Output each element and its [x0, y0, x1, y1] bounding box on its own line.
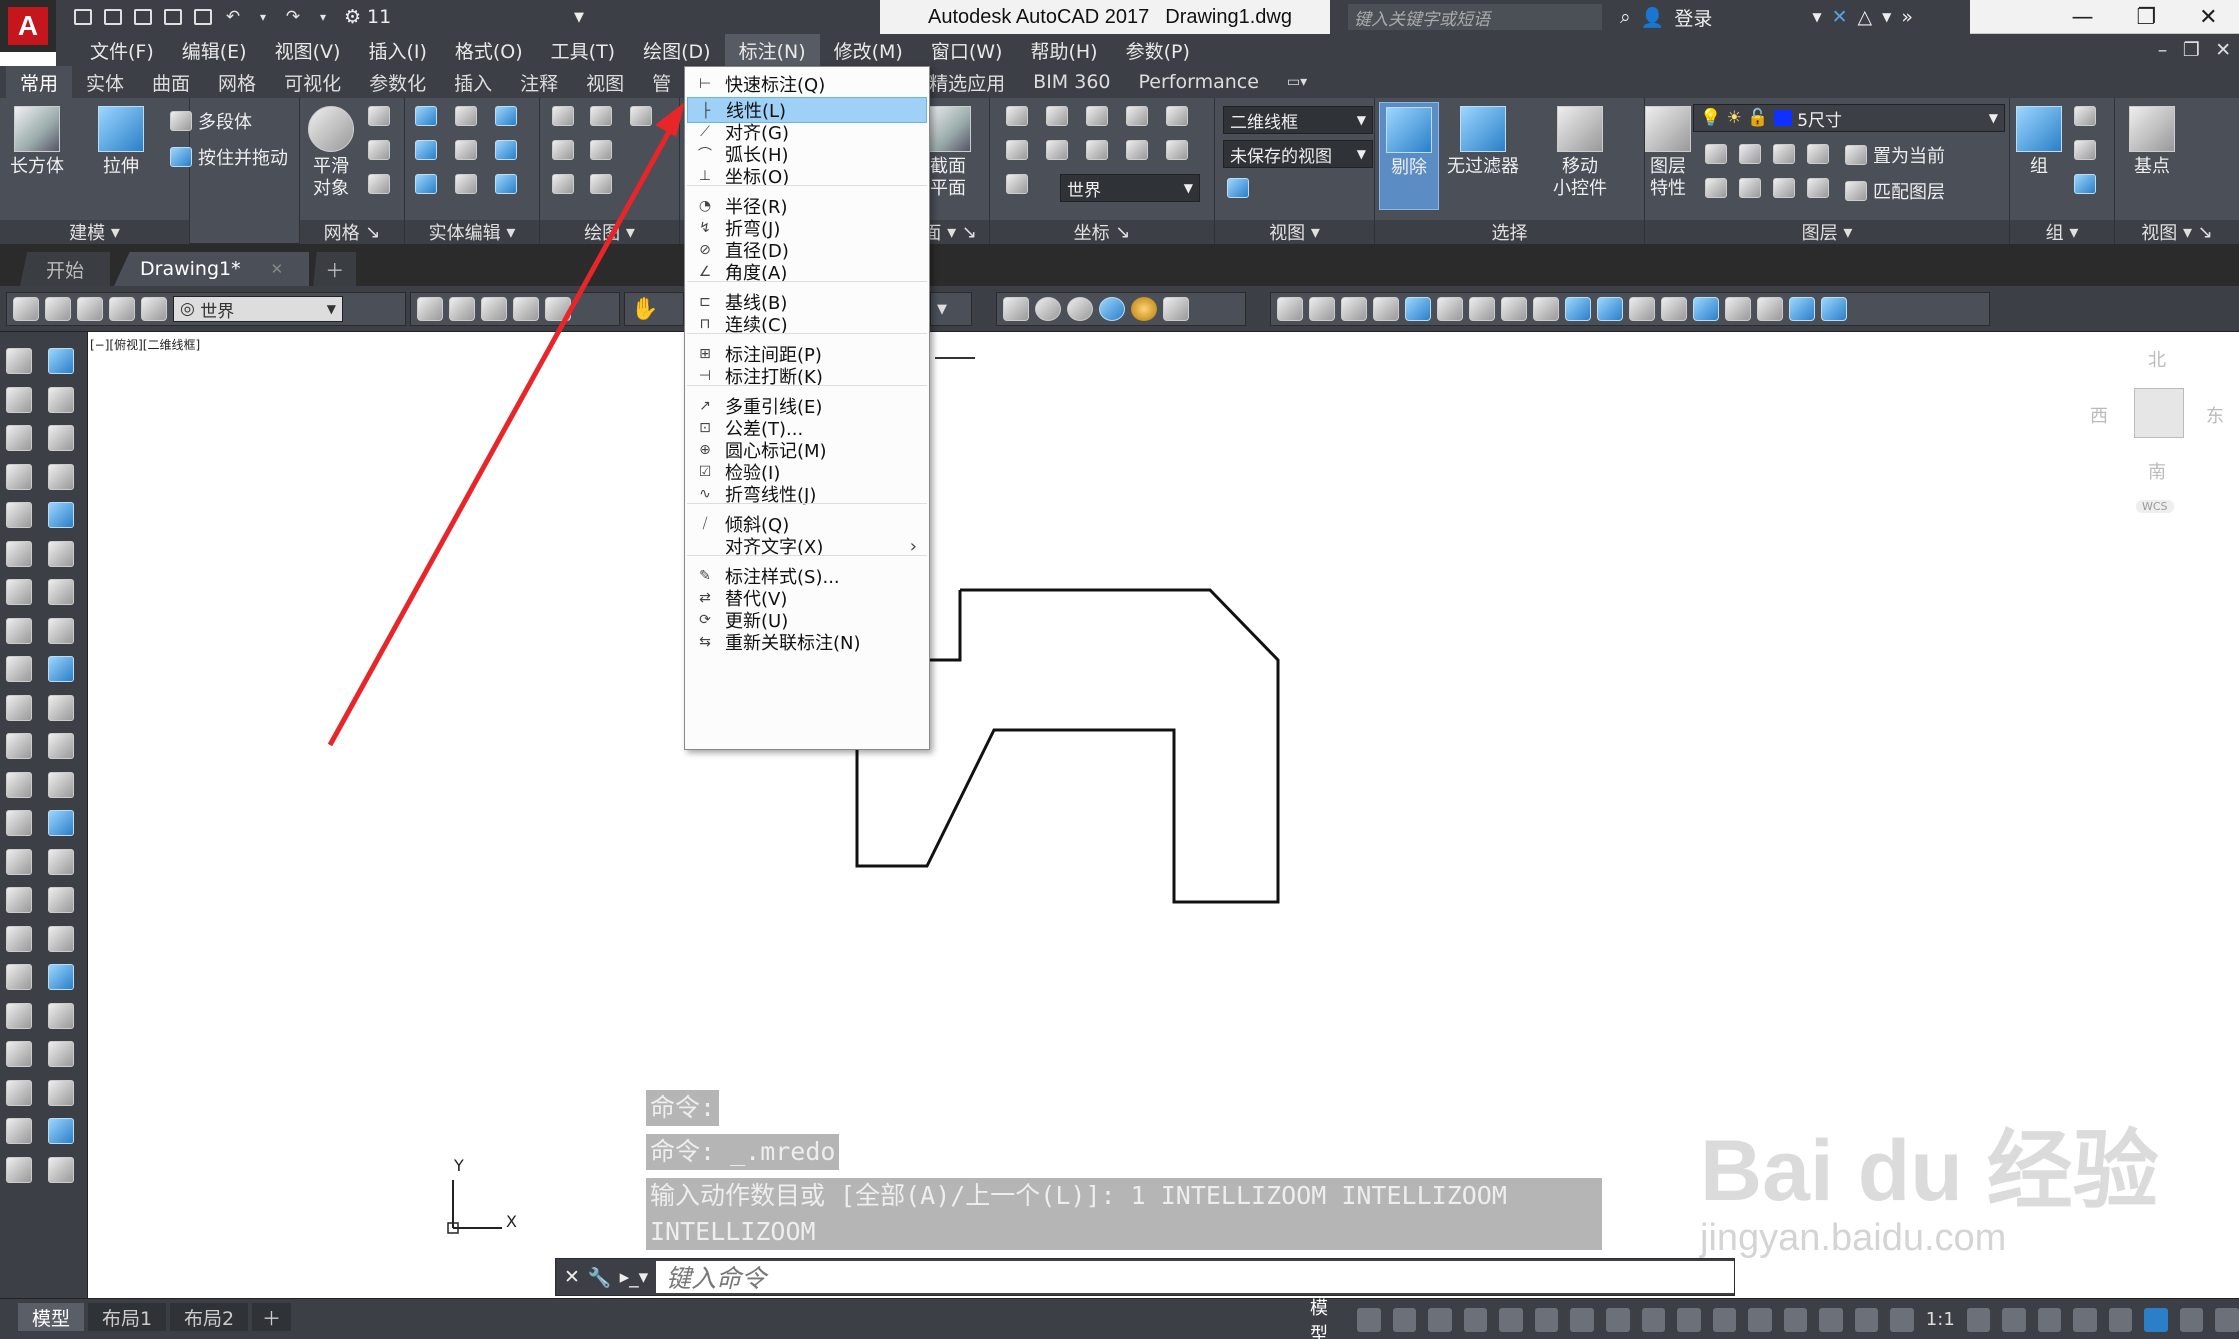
compass-north[interactable]: 北 [2148, 346, 2166, 372]
aligned-icon: ⟋ [700, 124, 710, 140]
menu-separator [687, 555, 927, 556]
menu-item-quick-dim[interactable]: ⊢ 快速标注(Q) [687, 71, 927, 97]
annotation-scale[interactable]: 1:1 [1926, 1309, 1955, 1330]
command-history-line: 输入动作数目或 [全部(A)/上一个(L)]: 1 INTELLIZOOM IN… [646, 1178, 1602, 1250]
reassociate-icon: ⇆ [699, 634, 711, 650]
osnap-tracking-icon[interactable] [1534, 1307, 1559, 1332]
selection-cycling-icon[interactable] [1677, 1307, 1701, 1332]
menu-separator [687, 185, 927, 186]
customization-icon[interactable] [2215, 1307, 2239, 1332]
linear-icon: ├ [701, 103, 711, 119]
annotation-monitor-icon[interactable] [2002, 1307, 2026, 1332]
compass-west[interactable]: 西 [2090, 402, 2108, 428]
units-icon[interactable] [2037, 1307, 2062, 1332]
close-command-icon[interactable]: ✕ [564, 1266, 580, 1288]
style-icon: ✎ [699, 568, 711, 584]
menu-separator [687, 333, 927, 334]
selection-filter-icon[interactable] [1783, 1307, 1808, 1332]
red-arrow-annotation [327, 128, 673, 747]
dynamic-ucs-icon[interactable] [1748, 1307, 1772, 1332]
jogged-icon: ↯ [699, 220, 711, 236]
ordinate-icon: ⊥ [698, 168, 712, 184]
model-space-label[interactable]: 模型 [1310, 1294, 1345, 1339]
viewcube[interactable]: 北 西 东 南 WCS [2080, 340, 2230, 520]
layout-tab-model[interactable]: 模型 [18, 1303, 85, 1331]
red-arrowhead [655, 102, 685, 137]
wrench-icon[interactable]: 🔧 [588, 1266, 612, 1289]
viewcube-top-face[interactable] [2134, 388, 2184, 438]
angular-icon: ∠ [698, 264, 712, 280]
annotation-visibility-icon[interactable] [1854, 1307, 1879, 1332]
isodraft-icon[interactable] [1499, 1307, 1523, 1332]
submenu-arrow-icon: › [909, 535, 917, 557]
command-line: ✕ 🔧 ▸_▾ 键入命令 [555, 1258, 1735, 1296]
baseline-icon: ⊏ [699, 294, 711, 310]
center-icon: ⊕ [699, 442, 711, 458]
ucs-x-label: X [506, 1212, 517, 1231]
baidu-watermark: Bai du 经验 jingyan.baidu.com [1700, 1100, 2159, 1260]
break-icon: ⊣ [698, 368, 712, 384]
mleader-icon: ↗ [699, 398, 711, 414]
menu-item-label: 重新关联标注(N) [725, 633, 861, 654]
ucs-icon [447, 1180, 502, 1234]
add-layout-icon[interactable]: ＋ [252, 1303, 292, 1331]
hardware-acceleration-icon[interactable] [2144, 1307, 2168, 1332]
compass-east[interactable]: 东 [2206, 402, 2224, 428]
override-icon: ⇄ [699, 590, 711, 606]
quick-dim-icon: ⊢ [698, 76, 712, 92]
3d-osnap-icon[interactable] [1712, 1307, 1737, 1332]
transparency-icon[interactable] [1641, 1307, 1666, 1332]
wcs-menu[interactable]: WCS [2136, 500, 2174, 513]
menu-separator [687, 281, 927, 282]
polar-icon[interactable] [1463, 1307, 1488, 1332]
grid-icon[interactable] [1357, 1307, 1381, 1332]
layout-tab-1[interactable]: 布局1 [88, 1303, 167, 1331]
oblique-icon: ⧸ [702, 516, 708, 532]
diameter-icon: ⊘ [699, 242, 711, 258]
application-menu-button[interactable]: A [0, 0, 56, 52]
tolerance-icon: ⊡ [699, 420, 711, 436]
arc-length-icon: ⌒ [698, 147, 712, 163]
watermark-brand: Bai du 经验 [1700, 1123, 2159, 1219]
isolate-objects-icon[interactable] [2108, 1307, 2133, 1332]
ucs-y-label: Y [454, 1156, 464, 1175]
command-history: 命令: 命令: _.mredo 输入动作数目或 [全部(A)/上一个(L)]: … [646, 1090, 1602, 1258]
command-history-line: 命令: _.mredo [646, 1134, 840, 1170]
dimension-menu: ⊢ 快速标注(Q) ├ 线性(L) ⟋ 对齐(G) ⌒ 弧长(H) ⊥ 坐标(O) ◔ 半径(R) ↯ 折… [684, 66, 930, 750]
command-history-line: 命令: [646, 1090, 720, 1126]
compass-south[interactable]: 南 [2148, 458, 2166, 484]
continue-icon: ⊓ [699, 316, 711, 332]
menu-separator [687, 503, 927, 504]
clean-screen-icon[interactable] [2179, 1307, 2204, 1332]
space-icon: ⊞ [699, 346, 711, 362]
workspace-gear-icon[interactable] [1966, 1307, 1991, 1332]
menu-separator [687, 385, 927, 386]
lineweight-icon[interactable] [1606, 1307, 1630, 1332]
auto-scale-icon[interactable] [1890, 1307, 1914, 1332]
status-bar: 模型 布局1 布局2 ＋ 模型 1:1 [0, 1298, 2239, 1339]
osnap-icon[interactable] [1570, 1307, 1595, 1332]
autocad-logo-icon: A [8, 7, 48, 45]
snap-icon[interactable] [1392, 1307, 1417, 1332]
menu-item-label: 快速标注(Q) [725, 75, 826, 96]
inspect-icon: ☑ [698, 464, 712, 480]
gizmo-icon[interactable] [1819, 1307, 1843, 1332]
layout-tab-2[interactable]: 布局2 [170, 1303, 249, 1331]
quick-properties-icon[interactable] [2073, 1307, 2097, 1332]
command-prompt-icon[interactable]: ▸_▾ [620, 1266, 649, 1288]
radius-icon: ◔ [698, 198, 712, 214]
command-input[interactable]: 键入命令 [656, 1261, 1734, 1293]
status-bar-tools: 模型 1:1 [1310, 1298, 2239, 1339]
menu-item-reassociate[interactable]: ⇆ 重新关联标注(N) [687, 629, 927, 655]
update-icon: ⟳ [699, 612, 711, 628]
jogged-linear-icon: ∿ [699, 486, 711, 502]
ortho-icon[interactable] [1428, 1307, 1452, 1332]
